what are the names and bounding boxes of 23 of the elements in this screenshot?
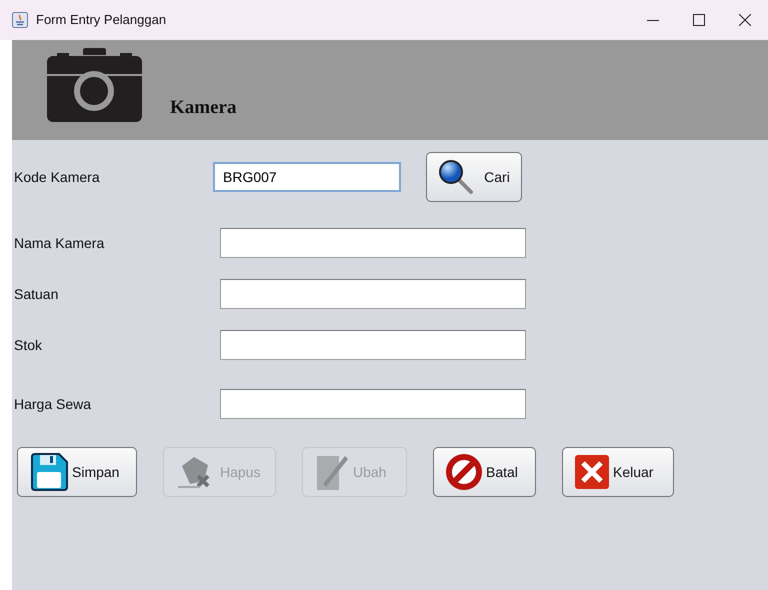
search-button[interactable]: Cari (426, 152, 522, 202)
form-button[interactable]: Batal (433, 447, 536, 497)
form-heading: Kamera (170, 96, 236, 118)
field-label: Satuan (13, 284, 60, 304)
field-label: Nama Kamera (13, 234, 106, 252)
maximize-icon[interactable] (693, 14, 705, 26)
search-icon (438, 159, 474, 195)
field-label: Harga Sewa (13, 394, 92, 414)
input-field[interactable] (220, 228, 526, 258)
input-field[interactable] (220, 330, 526, 360)
close-icon[interactable] (739, 14, 751, 26)
window-title: Form Entry Pelanggan (36, 11, 166, 30)
field-label: Kode Kamera (13, 168, 101, 186)
input-field[interactable] (220, 389, 526, 419)
camera-icon (47, 48, 142, 122)
field-label: Stok (13, 336, 44, 354)
input-field[interactable] (220, 279, 526, 309)
input-field[interactable]: BRG007 (213, 162, 401, 192)
form-button[interactable]: Keluar (562, 447, 674, 497)
close-icon (575, 455, 609, 489)
prohibited-icon (446, 454, 482, 490)
java-app-icon (12, 12, 28, 28)
form-button[interactable]: Simpan (17, 447, 137, 497)
